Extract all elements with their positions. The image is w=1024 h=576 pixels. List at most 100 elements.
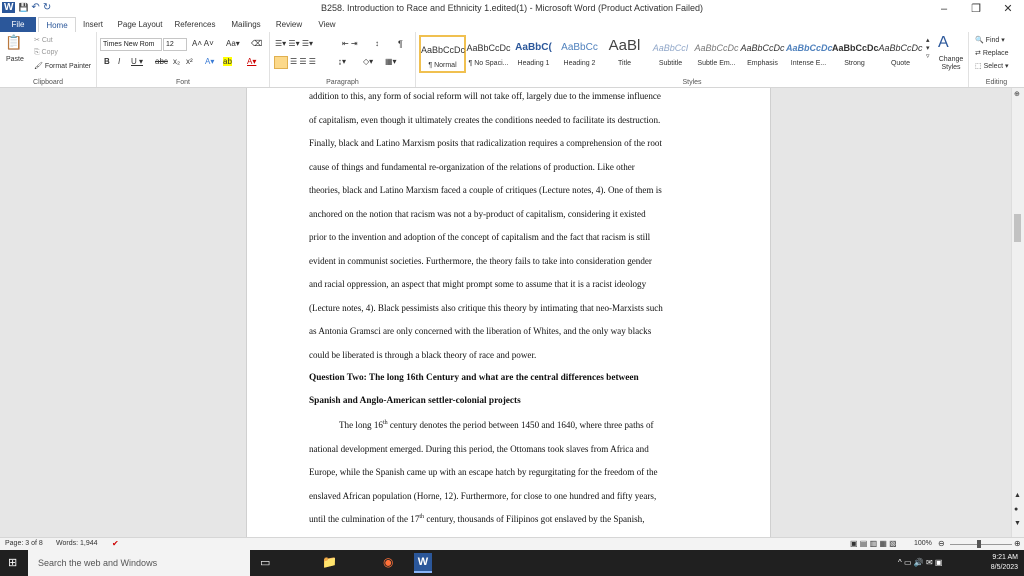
bullets-icon[interactable]: ☰▾ ☰▾ ☰▾ bbox=[275, 39, 313, 48]
proofing-icon[interactable]: ✔ bbox=[112, 539, 119, 548]
style-emphasis[interactable]: AaBbCcDc Emphasis bbox=[740, 35, 785, 71]
zoom-slider[interactable] bbox=[950, 544, 1012, 545]
taskbar-search-input[interactable]: Search the web and Windows bbox=[28, 550, 250, 576]
window-title: B258. Introduction to Race and Ethnicity… bbox=[320, 3, 704, 13]
clear-format-icon[interactable]: ⌫ bbox=[251, 39, 262, 48]
text-effects-icon[interactable]: A▾ bbox=[205, 57, 214, 66]
shading-icon[interactable]: ◇▾ bbox=[363, 57, 373, 66]
close-button[interactable]: ✕ bbox=[992, 0, 1024, 17]
borders-icon[interactable]: ▦▾ bbox=[385, 57, 397, 66]
clipboard-label: Clipboard bbox=[33, 79, 63, 86]
align-left-icon[interactable] bbox=[274, 56, 288, 69]
align-buttons-icon[interactable]: ☰ ☰ ☰ bbox=[290, 57, 316, 66]
ruler-toggle-icon[interactable]: ⊕ bbox=[1014, 90, 1020, 98]
tab-file[interactable]: File bbox=[0, 17, 36, 32]
text-line: Finally, black and Latino Marxism posits… bbox=[309, 138, 662, 148]
sort-icon[interactable]: ↕ bbox=[375, 39, 379, 48]
previous-page-icon[interactable]: ▲ bbox=[1014, 492, 1021, 499]
text-line: prior to the invention and adoption of t… bbox=[309, 232, 651, 242]
tab-review[interactable]: Review bbox=[270, 17, 308, 32]
change-styles-button[interactable]: Change Styles bbox=[936, 56, 966, 72]
style-no-spacing[interactable]: AaBbCcDc ¶ No Spaci... bbox=[466, 35, 511, 71]
word-taskbar-icon[interactable]: W bbox=[414, 553, 432, 573]
style-subtitle[interactable]: AaBbCcI Subtitle bbox=[648, 35, 693, 71]
copy-button[interactable]: ⎘ Copy bbox=[34, 49, 58, 57]
text-line: Europe, while the Spanish came up with a… bbox=[309, 467, 658, 477]
font-color-icon[interactable]: A▾ bbox=[247, 57, 256, 66]
superscript-icon[interactable]: x² bbox=[186, 57, 193, 66]
font-name-field[interactable]: Times New Rom bbox=[100, 38, 162, 51]
firefox-icon[interactable]: ◉ bbox=[383, 555, 393, 569]
zoom-level[interactable]: 100% bbox=[914, 540, 932, 547]
style-strong[interactable]: AaBbCcDc Strong bbox=[832, 35, 879, 71]
style-subtle-emphasis[interactable]: AaBbCcDc Subtle Em... bbox=[694, 35, 739, 71]
style-intense-emphasis[interactable]: AaBbCcDc Intense E... bbox=[786, 35, 833, 71]
font-size-field[interactable]: 12 bbox=[163, 38, 187, 51]
text-line: national development emerged. During thi… bbox=[309, 443, 649, 454]
section-heading-line-2[interactable]: Spanish and Anglo-American settler-colon… bbox=[309, 390, 710, 414]
zoom-out-icon[interactable]: ⊖ bbox=[938, 539, 945, 548]
tab-insert[interactable]: Insert bbox=[76, 17, 110, 32]
highlight-icon[interactable]: ab bbox=[223, 57, 232, 66]
text-line: anchored on the notion that racism was n… bbox=[309, 208, 646, 219]
style-heading-2[interactable]: AaBbCc Heading 2 bbox=[557, 35, 602, 71]
windows-start-icon[interactable]: ⊞ bbox=[8, 556, 17, 569]
style-normal[interactable]: AaBbCcDc ¶ Normal bbox=[419, 35, 466, 73]
paragraph-long-16th-century[interactable]: The long 16th century denotes the period… bbox=[309, 414, 710, 532]
indent-icon[interactable]: ⇤ ⇥ bbox=[342, 39, 358, 48]
bold-icon[interactable]: B bbox=[104, 57, 110, 66]
tab-page-layout[interactable]: Page Layout bbox=[114, 17, 166, 32]
next-page-icon[interactable]: ▼ bbox=[1014, 520, 1021, 527]
page-count[interactable]: Page: 3 of 8 bbox=[5, 540, 43, 547]
tab-mailings[interactable]: Mailings bbox=[225, 17, 267, 32]
styles-scroll-icon[interactable]: ▴ ▾ ▿ bbox=[926, 36, 930, 60]
italic-icon[interactable]: I bbox=[118, 57, 120, 66]
styles-group: AaBbCcDc ¶ Normal AaBbCcDc ¶ No Spaci... A… bbox=[416, 32, 969, 87]
strikethrough-icon[interactable]: abc bbox=[155, 57, 168, 66]
select-button[interactable]: ⬚ Select ▾ bbox=[975, 62, 1009, 70]
file-explorer-icon[interactable]: 📁 bbox=[322, 555, 337, 569]
change-styles-icon[interactable]: A bbox=[938, 34, 949, 52]
cut-button[interactable]: ✂ Cut bbox=[34, 36, 53, 44]
date: 8/5/2023 bbox=[990, 564, 1018, 571]
vertical-scrollbar[interactable]: ⊕ ▲ ● ▼ bbox=[1011, 88, 1024, 537]
replace-button[interactable]: ⇄ Replace bbox=[975, 49, 1009, 57]
style-quote[interactable]: AaBbCcDc Quote bbox=[878, 35, 923, 71]
taskbar: ⊞ Search the web and Windows ▭ 📁 ◉ W ^ ▭… bbox=[0, 550, 1024, 576]
subscript-icon[interactable]: x₂ bbox=[173, 57, 180, 66]
paste-button[interactable]: Paste bbox=[6, 56, 24, 63]
text-line: cause of things and fundamental re-organ… bbox=[309, 161, 635, 172]
scroll-thumb[interactable] bbox=[1014, 214, 1021, 242]
minimize-button[interactable]: – bbox=[928, 0, 960, 17]
change-case-icon[interactable]: Aa▾ bbox=[226, 39, 240, 48]
paragraph-critiques[interactable]: addition to this, any form of social ref… bbox=[309, 88, 710, 367]
clock[interactable]: 9:21 AM 8/5/2023 bbox=[991, 553, 1018, 573]
text-line: and racial oppression, an aspect that mi… bbox=[309, 279, 647, 289]
text-line: theories, black and Latino Marxism faced… bbox=[309, 185, 662, 195]
document-page[interactable]: addition to this, any form of social ref… bbox=[246, 88, 771, 537]
pilcrow-icon[interactable]: ¶ bbox=[398, 39, 403, 49]
tray-icons[interactable]: ^ ▭ 🔊 ✉ ▣ bbox=[898, 558, 942, 567]
line-spacing-icon[interactable]: ↨▾ bbox=[338, 57, 346, 66]
clipboard-group: 📋 Paste ✂ Cut ⎘ Copy 🖌 Format Painter Cl… bbox=[0, 32, 97, 87]
grow-font-icon[interactable]: A˄ A˅ bbox=[192, 39, 214, 48]
underline-icon[interactable]: U ▾ bbox=[131, 57, 143, 66]
editing-group: 🔍 Find ▾ ⇄ Replace ⬚ Select ▾ Editing bbox=[969, 32, 1024, 87]
zoom-slider-handle[interactable] bbox=[977, 540, 981, 548]
style-heading-1[interactable]: AaBbC(Heading 1 bbox=[511, 35, 556, 71]
format-painter-button[interactable]: 🖌 Format Painter bbox=[34, 62, 91, 70]
tab-view[interactable]: View bbox=[312, 17, 342, 32]
style-title[interactable]: AaBl Title bbox=[602, 35, 647, 71]
zoom-in-icon[interactable]: ⊕ bbox=[1014, 539, 1021, 548]
section-heading-line-1[interactable]: Question Two: The long 16th Century and … bbox=[309, 367, 710, 391]
word-count[interactable]: Words: 1,944 bbox=[56, 540, 98, 547]
restore-button[interactable]: ❐ bbox=[960, 0, 992, 17]
paste-icon[interactable]: 📋 bbox=[5, 34, 22, 51]
copy-icon: ⎘ bbox=[34, 49, 42, 56]
document-area: addition to this, any form of social ref… bbox=[0, 88, 1012, 537]
find-button[interactable]: 🔍 Find ▾ bbox=[975, 36, 1005, 44]
view-buttons-icon[interactable]: ▣ ▤ ▥ ▦ ▧ bbox=[850, 539, 897, 548]
tab-references[interactable]: References bbox=[170, 17, 220, 32]
task-view-icon[interactable]: ▭ bbox=[260, 556, 270, 569]
browse-object-icon[interactable]: ● bbox=[1014, 506, 1018, 513]
